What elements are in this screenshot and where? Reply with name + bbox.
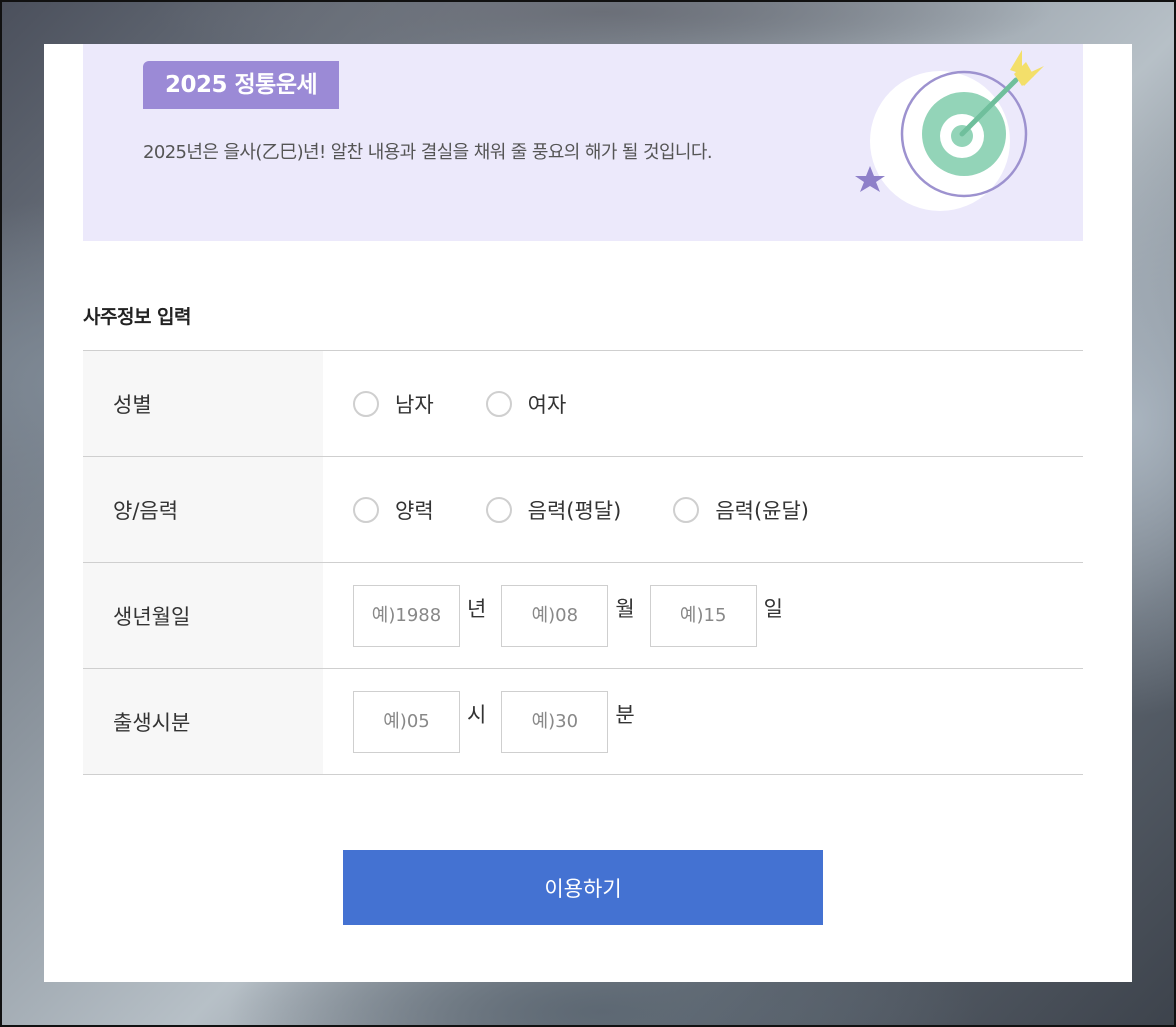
banner: 2025 정통운세 2025년은 을사(乙巳)년! 알찬 내용과 결실을 채워 … — [83, 44, 1083, 241]
radio-lunar-leap[interactable]: 음력(윤달) — [673, 495, 809, 525]
radio-female[interactable]: 여자 — [485, 389, 567, 419]
birthtime-label: 출생시분 — [83, 669, 323, 774]
hour-unit: 시 — [467, 702, 487, 727]
calendar-options: 양력 음력(평달) 음력(윤달) — [323, 457, 1083, 562]
radio-circle-icon[interactable] — [353, 390, 379, 417]
year-unit: 년 — [467, 596, 487, 621]
birth-year-input[interactable] — [353, 584, 460, 647]
birth-hour-input[interactable] — [353, 690, 460, 753]
radio-male-label[interactable]: 남자 — [395, 389, 434, 419]
radio-circle-icon[interactable] — [673, 496, 700, 523]
month-unit: 월 — [615, 596, 635, 621]
birth-day-input[interactable] — [649, 584, 757, 647]
gender-options: 남자 여자 — [323, 351, 1083, 456]
minute-unit: 분 — [615, 702, 635, 727]
radio-circle-icon[interactable] — [353, 496, 379, 523]
birthtime-fields: 시 분 — [323, 669, 1083, 774]
saju-form-card: 2025 정통운세 2025년은 을사(乙巳)년! 알찬 내용과 결실을 채워 … — [44, 44, 1132, 982]
target-arrow-icon — [838, 46, 1050, 225]
radio-lunar-leap-label[interactable]: 음력(윤달) — [715, 495, 809, 525]
radio-solar[interactable]: 양력 — [353, 495, 434, 525]
birthdate-row: 생년월일 년 월 일 — [83, 563, 1083, 669]
birth-minute-input[interactable] — [501, 690, 609, 753]
birthtime-row: 출생시분 시 분 — [83, 669, 1083, 775]
radio-female-label[interactable]: 여자 — [528, 389, 567, 419]
radio-male[interactable]: 남자 — [353, 389, 434, 419]
birthdate-label: 생년월일 — [83, 563, 323, 668]
submit-button[interactable]: 이용하기 — [343, 850, 823, 925]
birth-month-input[interactable] — [501, 584, 609, 647]
banner-description: 2025년은 을사(乙巳)년! 알찬 내용과 결실을 채워 줄 풍요의 해가 될… — [143, 142, 713, 163]
calendar-label: 양/음력 — [83, 457, 323, 562]
gender-row: 성별 남자 여자 — [83, 351, 1083, 457]
radio-circle-icon[interactable] — [485, 496, 512, 523]
calendar-row: 양/음력 양력 음력(평달) 음력(윤달) — [83, 457, 1083, 563]
birthdate-fields: 년 월 일 — [323, 563, 1083, 668]
banner-tag: 2025 정통운세 — [143, 61, 340, 109]
day-unit: 일 — [763, 596, 783, 621]
gender-label: 성별 — [83, 351, 323, 456]
radio-solar-label[interactable]: 양력 — [395, 495, 434, 525]
section-title: 사주정보 입력 — [83, 306, 192, 328]
radio-lunar-normal-label[interactable]: 음력(평달) — [528, 495, 622, 525]
radio-lunar-normal[interactable]: 음력(평달) — [485, 495, 622, 525]
radio-circle-icon[interactable] — [485, 390, 512, 417]
saju-info-table: 성별 남자 여자 양/음력 양력 음력(평달) 음력(윤달) 생년월일 예)19… — [83, 350, 1083, 775]
